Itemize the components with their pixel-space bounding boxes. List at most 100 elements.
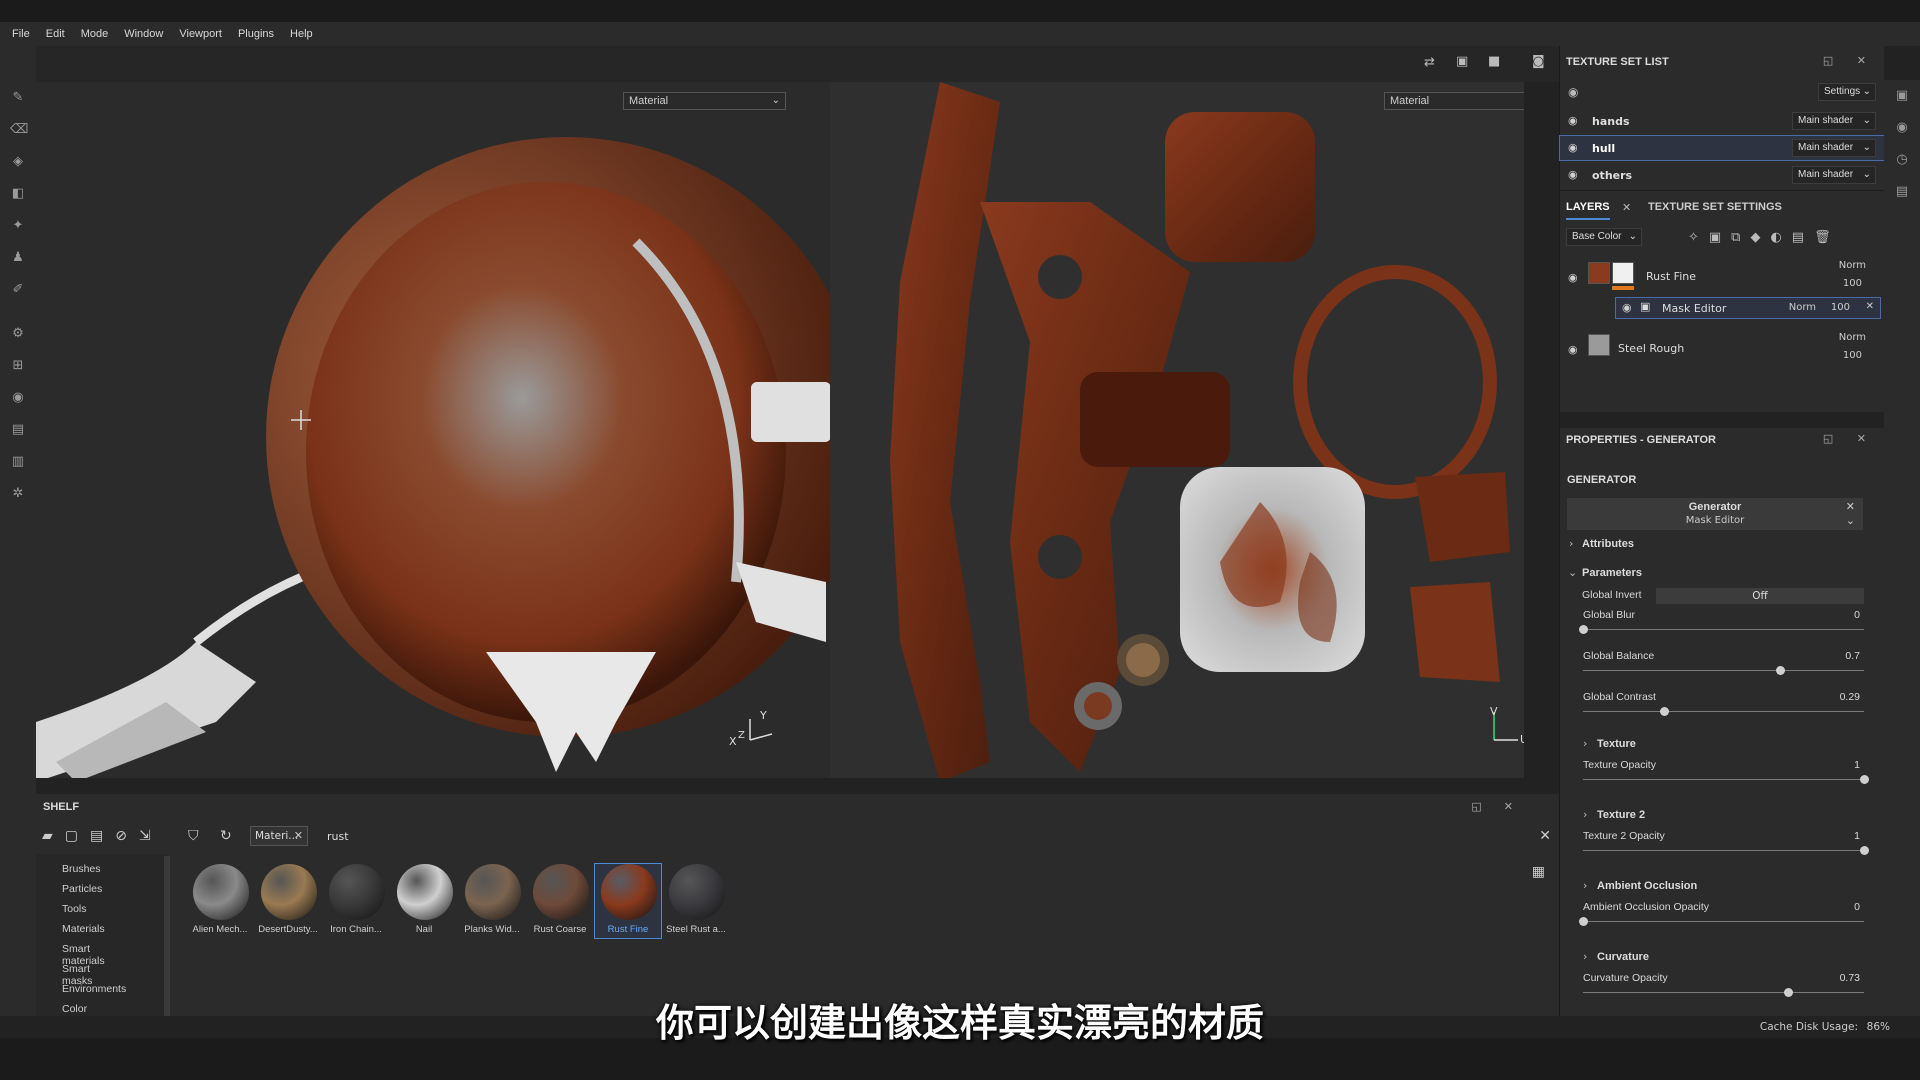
shelf-item[interactable]: Nail (391, 864, 457, 938)
menu-viewport[interactable]: Viewport (171, 28, 230, 40)
generator-picker[interactable]: Generator Mask Editor ✕ ⌄ (1567, 498, 1863, 530)
texture-set-row-hands[interactable]: ◉ hands Main shader ⌄ (1560, 109, 1884, 133)
visibility-eye-icon[interactable]: ◉ (1622, 301, 1632, 314)
viewport-3d[interactable]: Material ⌄ Y X Z (36, 82, 830, 778)
slider-track[interactable] (1579, 625, 1864, 634)
shader-select[interactable]: Main shader ⌄ (1792, 112, 1876, 130)
slider-handle[interactable] (1775, 666, 1785, 675)
layer-opacity[interactable]: 100 (1843, 278, 1862, 289)
menu-window[interactable]: Window (116, 28, 171, 40)
param-group-title[interactable]: Ambient Occlusion (1597, 880, 1697, 892)
filter-icon[interactable]: ⛉ (188, 828, 199, 844)
slider-track[interactable] (1583, 707, 1864, 716)
close-icon[interactable]: ✕ (1846, 500, 1855, 513)
shelf-item[interactable]: Steel Rust a... (663, 864, 729, 938)
slider-value[interactable]: 1 (1854, 759, 1860, 771)
layer-row-rust-fine[interactable]: ◉ Rust Fine Norm 100 (1560, 258, 1884, 294)
shelf-category[interactable]: Brushes (62, 863, 101, 875)
slider-track[interactable] (1583, 666, 1864, 675)
layer-opacity[interactable]: 100 (1843, 350, 1862, 361)
slider-value[interactable]: 0.7 (1845, 650, 1860, 662)
blend-mode[interactable]: Norm (1839, 332, 1866, 343)
slider-track[interactable] (1583, 846, 1869, 855)
close-icon[interactable]: ✕ (1622, 201, 1631, 214)
close-icon[interactable]: ✕ (1866, 301, 1874, 312)
texture-set-row-others[interactable]: ◉ others Main shader ⌄ (1560, 163, 1884, 187)
panel-window-icons[interactable]: ◱ ✕ (1823, 54, 1876, 67)
color-picker-icon[interactable]: ✐ (10, 282, 26, 298)
menu-plugins[interactable]: Plugins (230, 28, 282, 40)
shelf-category[interactable]: Particles (62, 883, 102, 895)
slider-handle[interactable] (1860, 846, 1869, 855)
shader-select[interactable]: Main shader ⌄ (1792, 166, 1876, 184)
layer-row-steel-rough[interactable]: ◉ Steel Rough Norm 100 (1560, 332, 1884, 368)
global-invert-toggle[interactable]: Off (1656, 588, 1864, 604)
viewport-2d[interactable]: Material⌄ (830, 82, 1524, 778)
measure-icon[interactable]: ⊞ (10, 358, 26, 374)
smudge-icon[interactable]: ✦ (10, 218, 26, 234)
projection-icon[interactable]: ◈ (10, 154, 26, 170)
visibility-eye-icon[interactable]: ◉ (1568, 85, 1578, 99)
menu-help[interactable]: Help (282, 28, 321, 40)
menu-edit[interactable]: Edit (38, 28, 73, 40)
param-group-title[interactable]: Texture (1597, 738, 1636, 750)
photoshop-icon[interactable]: ▤ (10, 422, 26, 438)
paint-brush-icon[interactable]: ✎ (10, 90, 26, 106)
parameters-section[interactable]: Parameters (1582, 567, 1642, 579)
clone-stamp-icon[interactable]: ♟ (10, 250, 26, 266)
panel-window-icons[interactable]: ◱ ✕ (1823, 432, 1876, 445)
settings-icon[interactable]: ✲ (10, 486, 26, 502)
eraser-icon[interactable]: ⌫ (10, 122, 28, 138)
refresh-icon[interactable]: ↻ (220, 828, 232, 844)
shader-select[interactable]: Main shader ⌄ (1792, 139, 1876, 157)
chevron-down-icon[interactable]: ⌄ (1846, 514, 1855, 527)
slider-value[interactable]: 0.73 (1840, 972, 1860, 984)
grid-view-icon[interactable]: ▦ (1532, 864, 1545, 880)
shelf-category[interactable]: Tools (62, 903, 87, 915)
chevron-down-icon[interactable]: ⌄ (1568, 566, 1577, 579)
visibility-eye-icon[interactable]: ◉ (1568, 271, 1584, 284)
slider-track[interactable] (1583, 775, 1869, 784)
chevron-right-icon[interactable]: › (1583, 950, 1587, 963)
chevron-right-icon[interactable]: › (1583, 737, 1587, 750)
layer-row-mask-editor[interactable]: ◉ ▣ Mask Editor Norm 100 ✕ (1615, 297, 1881, 319)
param-group-title[interactable]: Texture 2 (1597, 809, 1645, 821)
display-mode-icon[interactable]: ▣ (1456, 54, 1468, 69)
display-settings-icon[interactable]: ▣ (1894, 88, 1910, 104)
log-icon[interactable]: ▤ (1894, 184, 1910, 200)
polygon-fill-icon[interactable]: ◧ (10, 186, 26, 202)
chevron-right-icon[interactable]: › (1569, 537, 1573, 550)
blend-mode[interactable]: Norm (1839, 260, 1866, 271)
visibility-eye-icon[interactable]: ◉ (1568, 141, 1584, 154)
shelf-item[interactable]: Rust Fine (594, 863, 662, 939)
chevron-right-icon[interactable]: › (1583, 879, 1587, 892)
tab-texture-set-settings[interactable]: TEXTURE SET SETTINGS (1648, 201, 1782, 213)
menu-file[interactable]: File (4, 28, 38, 40)
slider-handle[interactable] (1579, 917, 1588, 926)
screenshot-icon[interactable]: ◙ (1532, 54, 1545, 69)
slider-track[interactable] (1579, 917, 1864, 926)
chevron-right-icon[interactable]: › (1583, 808, 1587, 821)
bake-icon[interactable]: ⚙ (10, 326, 26, 342)
layer-opacity[interactable]: 100 (1831, 302, 1850, 313)
shelf-item[interactable]: Planks Wid... (459, 864, 525, 938)
slider-handle[interactable] (1579, 625, 1588, 634)
menu-mode[interactable]: Mode (73, 28, 117, 40)
texture-set-row-hull[interactable]: ◉ hull Main shader ⌄ (1559, 135, 1885, 161)
channel-select[interactable]: Base Color ⌄ (1566, 228, 1642, 246)
slider-handle[interactable] (1860, 775, 1869, 784)
split-view-icon[interactable]: ⇄ (1424, 55, 1435, 70)
tab-layers[interactable]: LAYERS (1566, 201, 1610, 220)
visibility-eye-icon[interactable]: ◉ (1568, 114, 1584, 127)
visibility-eye-icon[interactable]: ◉ (1568, 343, 1584, 356)
export-icon[interactable]: ▥ (10, 454, 26, 470)
attributes-section[interactable]: Attributes (1582, 538, 1634, 550)
layer-tools-icons[interactable]: ✧▣⧉◆◐▤🗑 (1688, 230, 1841, 245)
history-icon[interactable]: ◷ (1894, 152, 1910, 168)
shelf-item[interactable]: Iron Chain... (323, 864, 389, 938)
clear-search-icon[interactable]: ✕ (1539, 828, 1551, 844)
slider-value[interactable]: 0.29 (1840, 691, 1860, 703)
filter-tag[interactable]: Materi... ✕ (250, 826, 308, 846)
visibility-eye-icon[interactable]: ◉ (1568, 168, 1584, 181)
iray-icon[interactable]: ◉ (10, 390, 26, 406)
